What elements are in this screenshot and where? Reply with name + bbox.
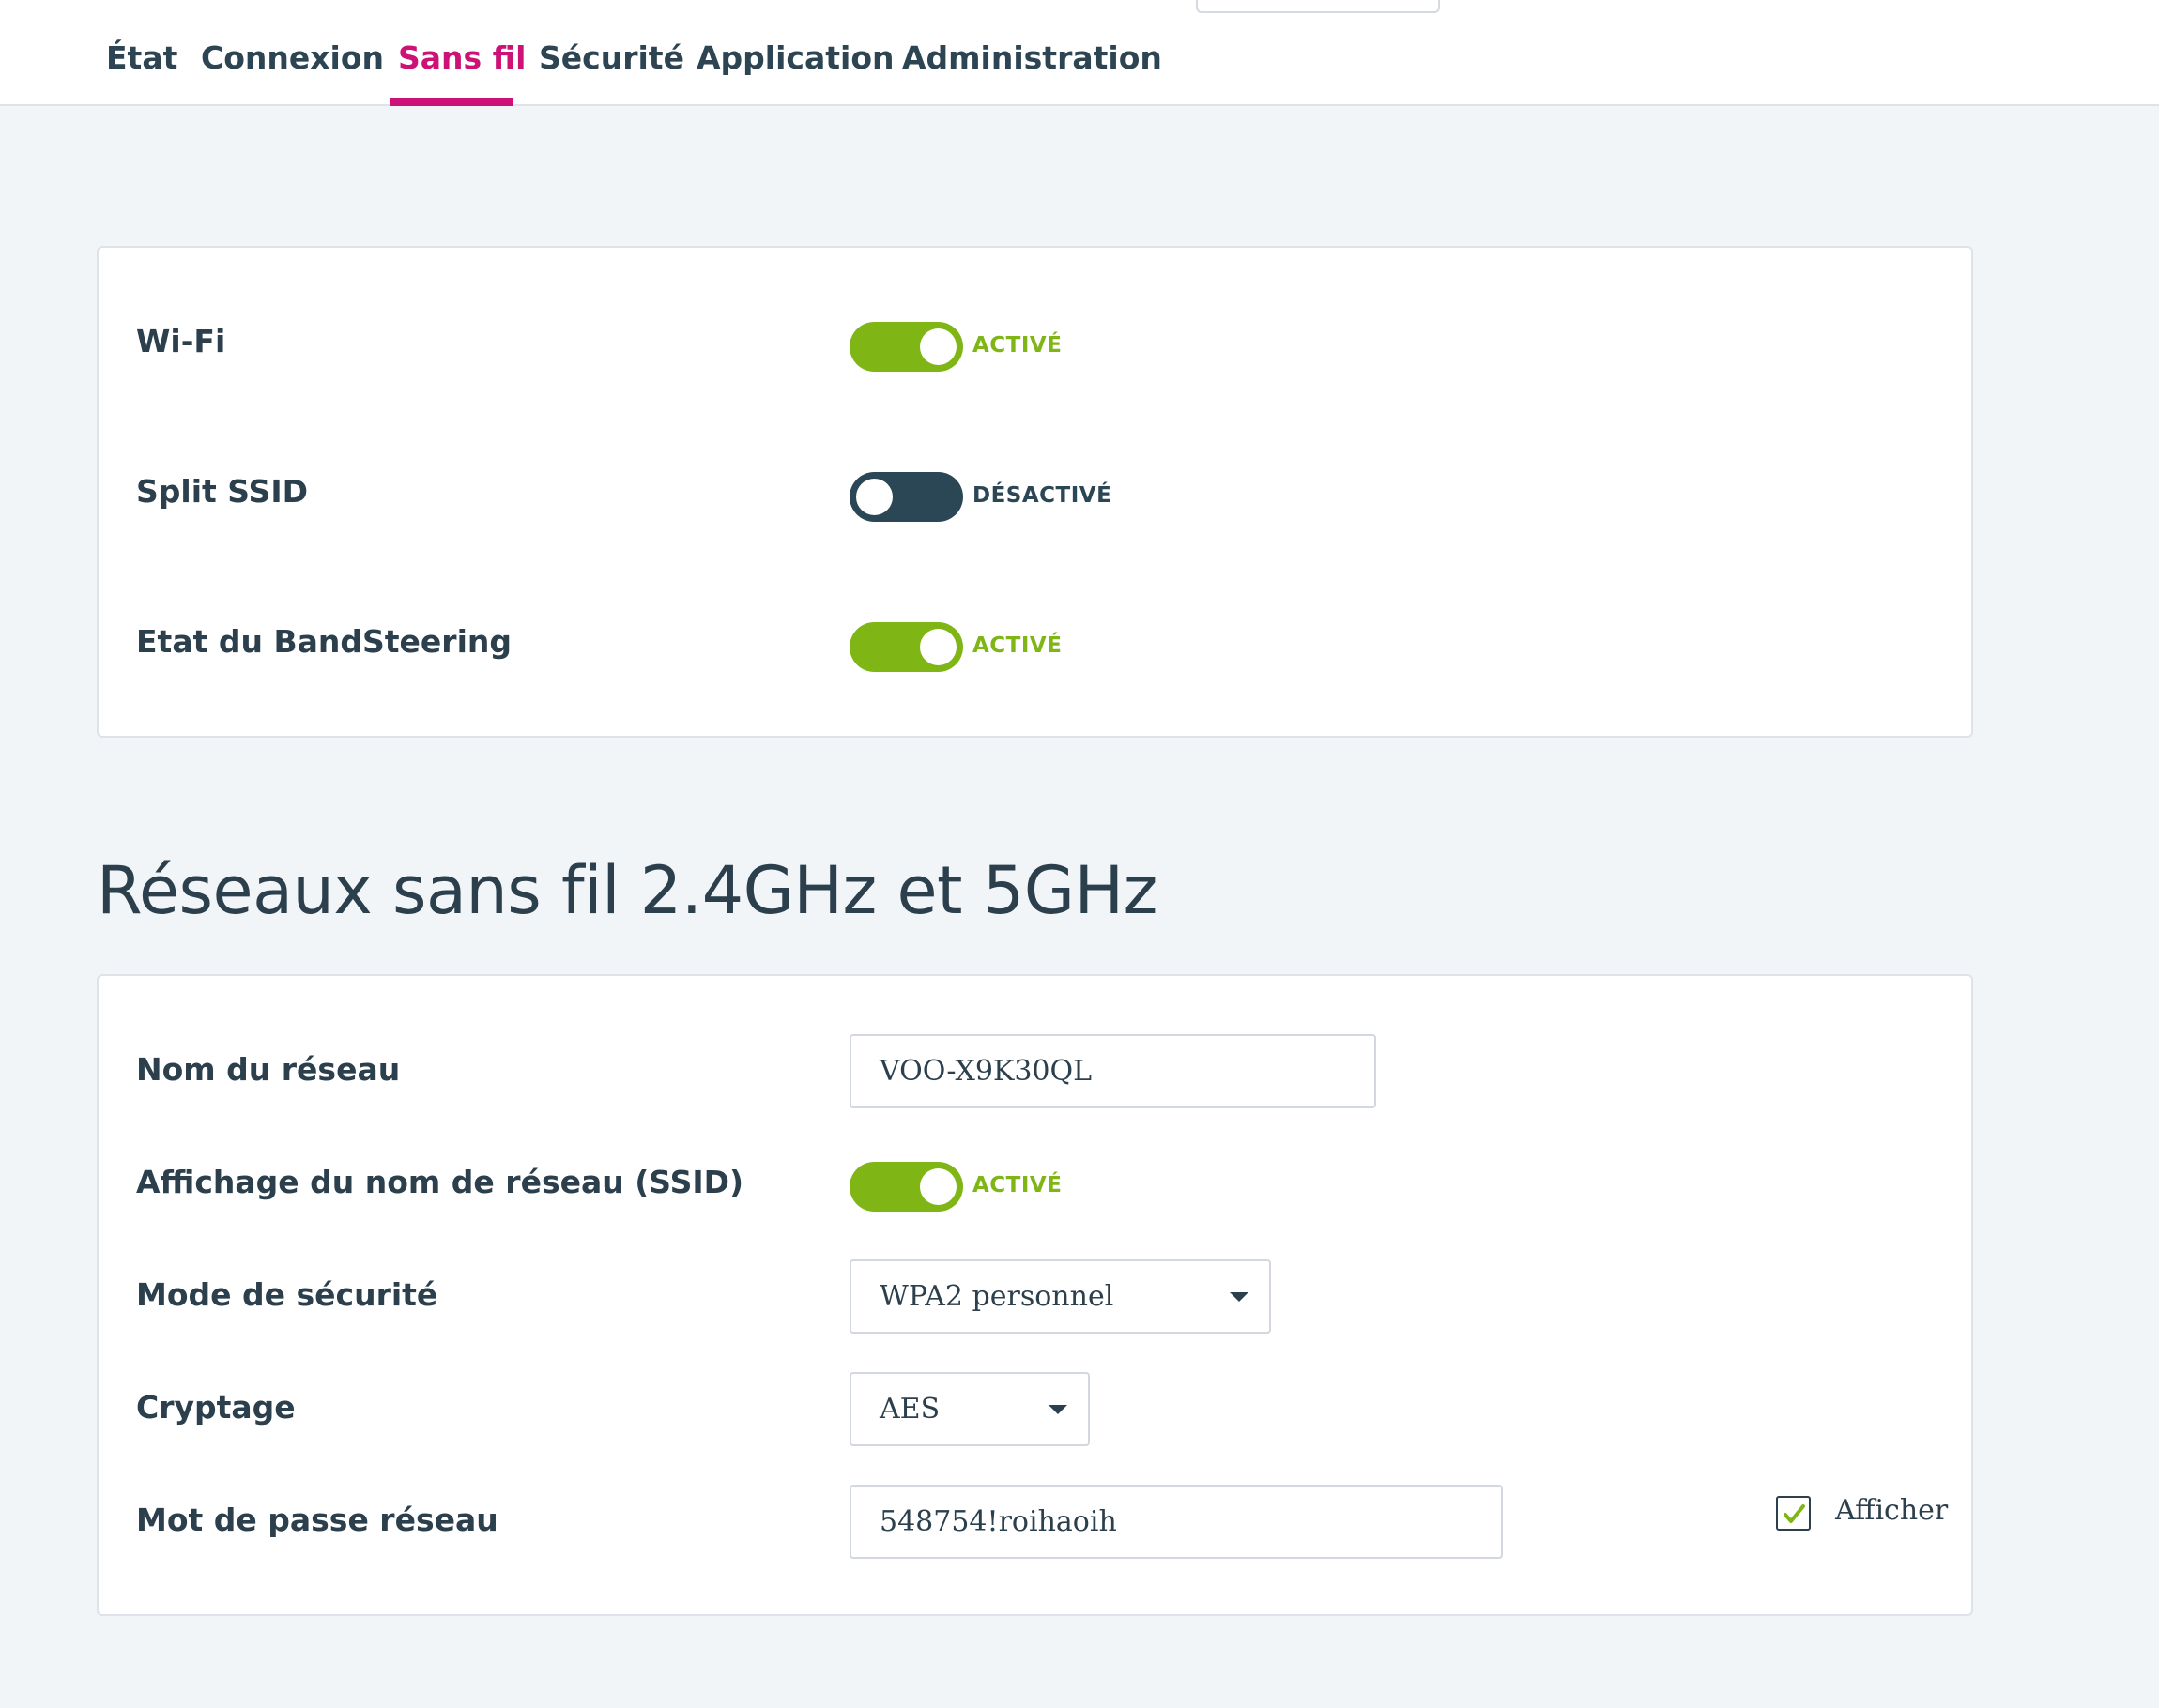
header-dropdown-box[interactable] [1196,0,1440,13]
tab-administration[interactable]: Administration [902,39,1162,76]
bandsteering-state: ACTIVÉ [972,633,1063,658]
section-title: Réseaux sans fil 2.4GHz et 5GHz [97,852,1157,929]
security-mode-value: WPA2 personnel [880,1280,1114,1313]
wifi-toggle[interactable] [850,322,963,372]
wifi-state: ACTIVÉ [972,333,1063,358]
main-nav: État Connexion Sans fil Sécurité Applica… [0,0,1173,106]
tab-securite[interactable]: Sécurité [539,39,684,76]
ssid-display-state: ACTIVÉ [972,1173,1063,1197]
toggle-knob [920,1168,957,1205]
toggle-knob [920,328,957,365]
encryption-select[interactable]: AES [850,1372,1090,1446]
active-tab-indicator [390,98,513,106]
bandsteering-label: Etat du BandSteering [136,623,512,660]
ssid-display-toggle[interactable] [850,1162,963,1212]
show-password-checkbox[interactable] [1776,1496,1811,1531]
tab-application[interactable]: Application [697,39,895,76]
network-name-input[interactable]: VOO-X9K30QL [850,1034,1376,1108]
password-label: Mot de passe réseau [136,1502,498,1538]
tab-etat[interactable]: État [106,39,177,76]
network-settings-card: Nom du réseau VOO-X9K30QL Affichage du n… [97,974,1973,1616]
encryption-value: AES [880,1393,941,1426]
security-mode-select[interactable]: WPA2 personnel [850,1259,1271,1334]
network-name-label: Nom du réseau [136,1051,401,1088]
tab-sans-fil[interactable]: Sans fil [398,39,526,76]
checkmark-icon [1784,1504,1805,1523]
top-header: État Connexion Sans fil Sécurité Applica… [0,0,2159,106]
wifi-general-card: Wi-Fi ACTIVÉ Split SSID DÉSACTIVÉ Etat d… [97,246,1973,738]
split-ssid-toggle[interactable] [850,472,963,522]
split-ssid-label: Split SSID [136,473,308,510]
chevron-down-icon [1230,1292,1248,1302]
bandsteering-toggle[interactable] [850,622,963,672]
show-password-label[interactable]: Afficher [1835,1494,1948,1527]
toggle-knob [920,629,957,665]
password-input[interactable]: 548754!roihaoih [850,1485,1503,1559]
wifi-label: Wi-Fi [136,323,226,359]
encryption-label: Cryptage [136,1389,296,1426]
ssid-display-label: Affichage du nom de réseau (SSID) [136,1164,744,1200]
chevron-down-icon [1049,1405,1067,1414]
tab-connexion[interactable]: Connexion [201,39,384,76]
split-ssid-state: DÉSACTIVÉ [972,483,1112,508]
toggle-knob [856,479,893,515]
security-mode-label: Mode de sécurité [136,1276,438,1313]
